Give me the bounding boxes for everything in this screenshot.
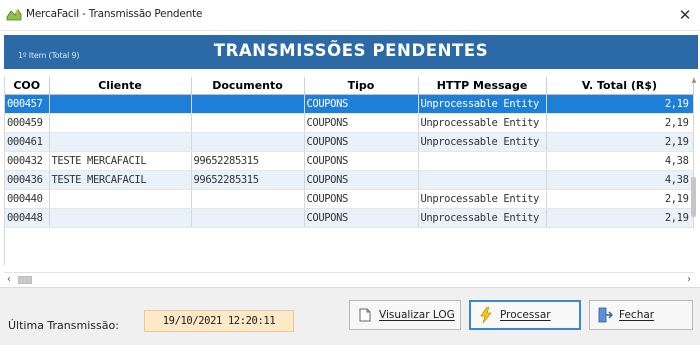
cell-http-message: Unprocessable Entity (418, 94, 547, 114)
table-row[interactable]: 000457 COUPONS Unprocessable Entity 2,19 (5, 94, 694, 114)
scroll-right-icon[interactable]: › (687, 274, 691, 285)
cell-http-message: Unprocessable Entity (418, 208, 547, 228)
cell-tipo: COUPONS (304, 94, 419, 114)
page-title: TRANSMISSÕES PENDENTES (213, 41, 489, 60)
cell-documento (191, 113, 305, 133)
cell-total: 2,19 (546, 189, 694, 209)
process-button[interactable]: Processar (469, 300, 581, 330)
cell-cliente (49, 94, 192, 114)
cell-tipo: COUPONS (304, 151, 419, 171)
cell-tipo: COUPONS (304, 132, 419, 152)
column-header-coo[interactable]: COO (5, 77, 50, 95)
cell-documento: 99652285315 (191, 170, 305, 190)
column-header-total[interactable]: V. Total (R$) (546, 77, 694, 95)
view-log-label: Visualizar LOG (379, 309, 455, 321)
cell-cliente (49, 113, 192, 133)
cell-cliente (49, 208, 192, 228)
cell-total: 2,19 (546, 208, 694, 228)
cell-coo: 000459 (5, 113, 50, 133)
cell-total: 4,38 (546, 170, 694, 190)
cell-coo: 000457 (5, 94, 50, 114)
view-log-button[interactable]: Visualizar LOG (349, 300, 461, 330)
table-row[interactable]: 000459 COUPONS Unprocessable Entity 2,19 (5, 113, 694, 133)
grid-header-row: COO Cliente Documento Tipo HTTP Message … (5, 77, 694, 95)
cell-total: 4,38 (546, 151, 694, 171)
footer-panel: Última Transmissão: 19/10/2021 12:20:11 … (0, 287, 700, 345)
horizontal-scrollbar[interactable]: ‹ › (4, 272, 694, 286)
vertical-scroll-thumb[interactable] (691, 177, 696, 217)
close-label: Fechar (619, 309, 655, 321)
cell-cliente (49, 132, 192, 152)
cell-documento: 99652285315 (191, 151, 305, 171)
scroll-left-icon[interactable]: ‹ (7, 274, 11, 285)
cell-documento (191, 132, 305, 152)
window-titlebar: MercaFacil - Transmissão Pendente ✕ (0, 0, 700, 31)
vertical-scrollbar[interactable]: ▲ (690, 77, 698, 265)
table-row[interactable]: 000448 COUPONS Unprocessable Entity 2,19 (5, 208, 694, 228)
cell-tipo: COUPONS (304, 189, 419, 209)
cell-http-message: Unprocessable Entity (418, 189, 547, 209)
column-header-cliente[interactable]: Cliente (49, 77, 192, 95)
cell-http-message: Unprocessable Entity (418, 113, 547, 133)
cell-cliente: TESTE MERCAFACIL (49, 170, 192, 190)
app-icon (6, 8, 22, 22)
cell-tipo: COUPONS (304, 208, 419, 228)
cell-coo: 000432 (5, 151, 50, 171)
cell-http-message (418, 151, 547, 171)
document-icon (357, 307, 373, 323)
cell-total: 2,19 (546, 113, 694, 133)
table-row[interactable]: 000436 TESTE MERCAFACIL 99652285315 COUPONS… (5, 170, 694, 190)
horizontal-scroll-thumb[interactable] (18, 276, 32, 284)
last-transmission-label: Última Transmissão: (8, 319, 119, 332)
cell-cliente: TESTE MERCAFACIL (49, 151, 192, 171)
cell-cliente (49, 189, 192, 209)
cell-coo: 000461 (5, 132, 50, 152)
cell-total: 2,19 (546, 94, 694, 114)
column-header-tipo[interactable]: Tipo (304, 77, 419, 95)
table-row[interactable]: 000440 COUPONS Unprocessable Entity 2,19 (5, 189, 694, 209)
close-window-icon[interactable]: ✕ (676, 6, 694, 24)
cell-tipo: COUPONS (304, 170, 419, 190)
lightning-icon (478, 307, 494, 323)
pending-transmissions-grid[interactable]: COO Cliente Documento Tipo HTTP Message … (4, 77, 698, 265)
cell-tipo: COUPONS (304, 113, 419, 133)
close-button[interactable]: Fechar (589, 300, 693, 330)
table-row[interactable]: 000432 TESTE MERCAFACIL 99652285315 COUPONS… (5, 151, 694, 171)
exit-door-icon (597, 307, 613, 323)
table-row[interactable]: 000461 COUPONS Unprocessable Entity 2,19 (5, 132, 694, 152)
scroll-up-icon[interactable]: ▲ (690, 77, 698, 87)
cell-coo: 000436 (5, 170, 50, 190)
grid-table: COO Cliente Documento Tipo HTTP Message … (5, 77, 694, 228)
cell-documento (191, 94, 305, 114)
window-title: MercaFacil - Transmissão Pendente (26, 8, 203, 20)
cell-coo: 000448 (5, 208, 50, 228)
cell-total: 2,19 (546, 132, 694, 152)
column-header-documento[interactable]: Documento (191, 77, 305, 95)
cell-coo: 000440 (5, 189, 50, 209)
cell-http-message: Unprocessable Entity (418, 132, 547, 152)
column-header-http-message[interactable]: HTTP Message (418, 77, 547, 95)
cell-documento (191, 208, 305, 228)
cell-documento (191, 189, 305, 209)
header-banner: 1º Item (Total 9) TRANSMISSÕES PENDENTES (4, 35, 698, 69)
cell-http-message (418, 170, 547, 190)
last-transmission-value: 19/10/2021 12:20:11 (144, 310, 294, 332)
process-label: Processar (500, 309, 551, 321)
